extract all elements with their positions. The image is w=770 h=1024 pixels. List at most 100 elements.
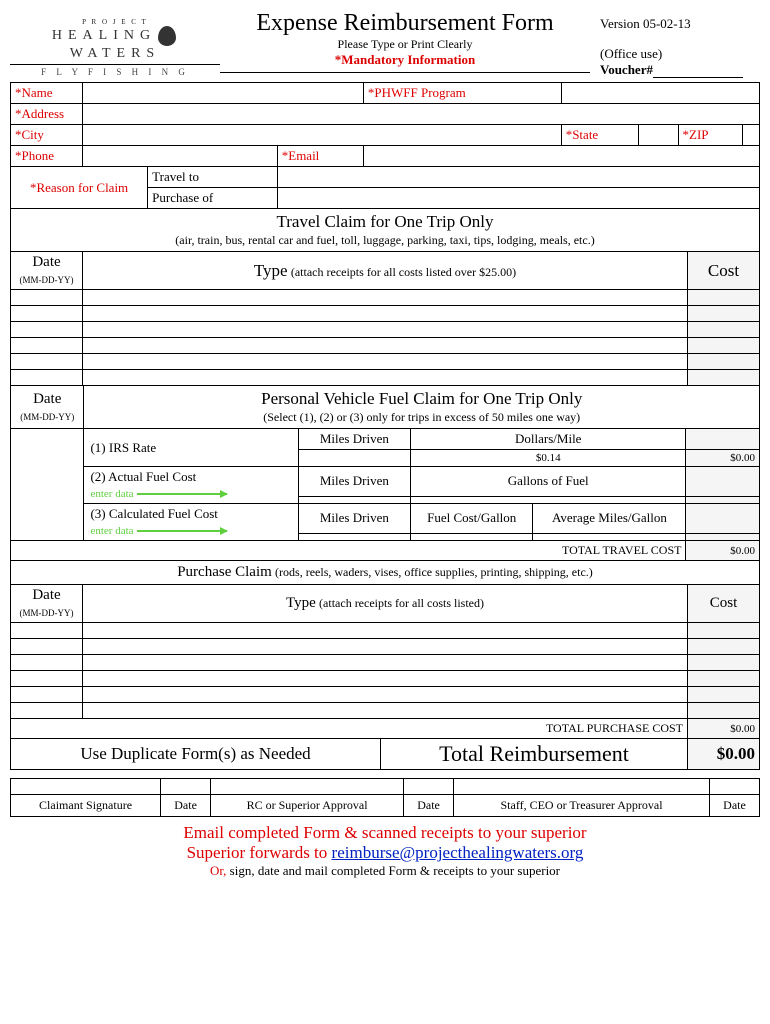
rc-approval-field[interactable] xyxy=(211,779,404,795)
arrow-icon xyxy=(137,493,227,495)
logo: P R O J E C T HEALINGWATERS F L Y F I S … xyxy=(10,10,220,77)
table-cell[interactable] xyxy=(83,290,688,306)
logo-sub: F L Y F I S H I N G xyxy=(10,64,220,77)
table-cell[interactable] xyxy=(83,370,688,386)
info-table: *Name *PHWFF Program *Address *City *Sta… xyxy=(10,82,760,209)
total-purchase-value: $0.00 xyxy=(688,719,760,739)
program-field[interactable] xyxy=(561,83,759,104)
address-field[interactable] xyxy=(83,104,760,125)
table-cell[interactable] xyxy=(688,338,760,354)
name-label: *Name xyxy=(11,83,83,104)
gallons-field[interactable] xyxy=(410,496,686,503)
actual-cost-value[interactable] xyxy=(686,496,760,503)
fuel-cost-cell xyxy=(686,467,760,497)
travel-type-col: Type (attach receipts for all costs list… xyxy=(83,252,688,290)
city-field[interactable] xyxy=(83,125,562,146)
table-cell[interactable] xyxy=(11,655,83,671)
mandatory-note: *Mandatory Information xyxy=(220,52,590,68)
state-label: *State xyxy=(561,125,638,146)
table-cell[interactable] xyxy=(688,703,760,719)
table-cell[interactable] xyxy=(11,370,83,386)
version-text: Version 05-02-13 xyxy=(600,16,760,32)
fuel-opt3: (3) Calculated Fuel Cost enter data xyxy=(84,504,298,541)
travel-to-label: Travel to xyxy=(148,167,278,188)
footer-line1: Email completed Form & scanned receipts … xyxy=(10,823,760,843)
fuel-claim-table: Date (MM-DD-YY) Personal Vehicle Fuel Cl… xyxy=(10,385,760,561)
calc-cost-value[interactable] xyxy=(686,533,760,540)
voucher-field[interactable] xyxy=(653,77,743,78)
fuel-cost-gallon-field[interactable] xyxy=(410,533,532,540)
fuel-date-field[interactable] xyxy=(11,429,84,541)
fuel-opt2: (2) Actual Fuel Cost enter data xyxy=(84,467,298,504)
table-cell[interactable] xyxy=(83,639,688,655)
travel-heading: Travel Claim for One Trip Only (air, tra… xyxy=(11,209,760,252)
table-cell[interactable] xyxy=(688,623,760,639)
reimburse-email-link[interactable]: reimburse@projecthealingwaters.org xyxy=(332,843,584,862)
table-cell[interactable] xyxy=(83,354,688,370)
date-label: Date xyxy=(404,795,454,817)
table-cell[interactable] xyxy=(688,687,760,703)
miles-field[interactable] xyxy=(298,496,410,503)
table-cell[interactable] xyxy=(83,655,688,671)
footer-line2: Superior forwards to reimburse@projecthe… xyxy=(10,843,760,863)
table-cell[interactable] xyxy=(688,370,760,386)
table-cell[interactable] xyxy=(11,639,83,655)
logo-project: P R O J E C T xyxy=(10,18,220,26)
avg-mpg-field[interactable] xyxy=(533,533,686,540)
title-block: Expense Reimbursement Form Please Type o… xyxy=(220,10,590,73)
miles-driven-field[interactable] xyxy=(298,450,410,467)
table-cell[interactable] xyxy=(83,306,688,322)
table-cell[interactable] xyxy=(688,655,760,671)
date-field[interactable] xyxy=(404,779,454,795)
travel-heading-sub: (air, train, bus, rental car and fuel, t… xyxy=(175,233,594,247)
address-label: *Address xyxy=(11,104,83,125)
table-cell[interactable] xyxy=(11,687,83,703)
claimant-sig-field[interactable] xyxy=(11,779,161,795)
phone-field[interactable] xyxy=(83,146,278,167)
fuel-opt1: (1) IRS Rate xyxy=(84,429,298,467)
table-cell[interactable] xyxy=(83,703,688,719)
table-cell[interactable] xyxy=(11,623,83,639)
purchase-of-label: Purchase of xyxy=(148,188,278,209)
table-cell[interactable] xyxy=(83,687,688,703)
table-cell[interactable] xyxy=(688,354,760,370)
staff-approval-field[interactable] xyxy=(454,779,710,795)
total-reimbursement-label: Total Reimbursement xyxy=(381,739,688,770)
date-field[interactable] xyxy=(710,779,760,795)
table-cell[interactable] xyxy=(11,703,83,719)
purchase-of-field[interactable] xyxy=(277,188,759,209)
email-field[interactable] xyxy=(363,146,759,167)
name-field[interactable] xyxy=(83,83,364,104)
miles-field[interactable] xyxy=(298,533,410,540)
phone-label: *Phone xyxy=(11,146,83,167)
travel-to-field[interactable] xyxy=(277,167,759,188)
fuel-cost-gallon-label: Fuel Cost/Gallon xyxy=(410,504,532,534)
table-cell[interactable] xyxy=(11,338,83,354)
table-cell[interactable] xyxy=(688,322,760,338)
table-cell[interactable] xyxy=(83,671,688,687)
table-cell[interactable] xyxy=(11,322,83,338)
table-cell[interactable] xyxy=(83,338,688,354)
city-label: *City xyxy=(11,125,83,146)
travel-cost-col: Cost xyxy=(688,252,760,290)
table-cell[interactable] xyxy=(688,639,760,655)
total-travel-label: TOTAL TRAVEL COST xyxy=(11,541,686,561)
state-field[interactable] xyxy=(638,125,678,146)
table-cell[interactable] xyxy=(11,671,83,687)
table-cell[interactable] xyxy=(688,290,760,306)
table-cell[interactable] xyxy=(83,623,688,639)
table-cell[interactable] xyxy=(83,322,688,338)
table-cell[interactable] xyxy=(11,290,83,306)
zip-field[interactable] xyxy=(743,125,760,146)
table-cell[interactable] xyxy=(11,306,83,322)
table-cell[interactable] xyxy=(11,354,83,370)
fuel-date-col: Date (MM-DD-YY) xyxy=(11,386,84,429)
table-cell[interactable] xyxy=(688,671,760,687)
date-field[interactable] xyxy=(161,779,211,795)
irs-rate-value: $0.14 xyxy=(410,450,686,467)
date-label: Date xyxy=(710,795,760,817)
footer: Email completed Form & scanned receipts … xyxy=(10,823,760,879)
signature-table: Claimant Signature Date RC or Superior A… xyxy=(10,778,760,817)
table-cell[interactable] xyxy=(688,306,760,322)
reason-label: *Reason for Claim xyxy=(11,167,148,209)
